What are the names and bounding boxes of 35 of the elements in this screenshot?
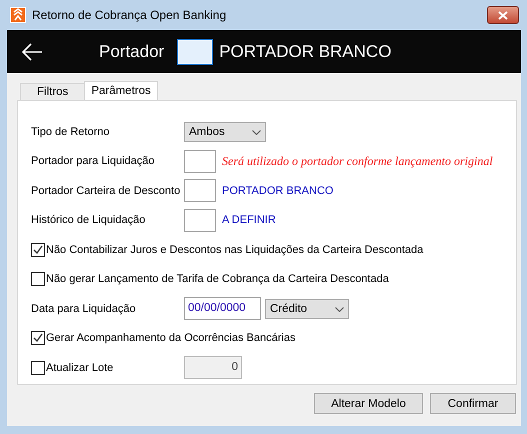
close-icon	[498, 10, 508, 20]
field-note: PORTADOR BRANCO	[222, 184, 334, 197]
checkmark-icon	[33, 244, 43, 255]
header-name: PORTADOR BRANCO	[219, 42, 392, 62]
code-field[interactable]	[184, 150, 216, 173]
tab[interactable]: Filtros	[20, 83, 86, 100]
field-label: Portador Carteira de Desconto	[31, 184, 182, 197]
header-label: Portador	[99, 42, 164, 62]
field-label: Data para Liquidação	[31, 302, 137, 315]
app-logo-icon	[10, 7, 26, 23]
field-label: Portador para Liquidação	[31, 155, 156, 168]
action-button[interactable]: Confirmar	[430, 393, 516, 414]
checkbox-label: Atualizar Lote	[46, 362, 114, 374]
field-label: Histórico de Liquidação	[31, 214, 146, 226]
code-field[interactable]	[184, 179, 216, 202]
close-button[interactable]	[487, 6, 519, 24]
checkbox[interactable]: Gerar Acompanhamento da Ocorrências Bancárias	[31, 331, 296, 346]
dropdown[interactable]: Ambos	[184, 122, 266, 142]
tab[interactable]: Parâmetros	[84, 81, 158, 100]
code-field[interactable]	[177, 38, 214, 64]
checkmark-icon	[33, 333, 43, 344]
checkbox[interactable]: Não Contabilizar Juros e Descontos nas Liquidações da Carteira Descontada	[31, 242, 424, 257]
action-button[interactable]: Alterar Modelo	[314, 393, 423, 414]
date-field[interactable]: 00/00/0000	[184, 297, 261, 320]
checkbox[interactable]: Não gerar Lançamento de Tarifa de Cobrança da Carteira Descontada	[31, 272, 389, 286]
checkbox-label: Não gerar Lançamento de Tarifa de Cobrança da Carteira Descontada	[46, 273, 389, 286]
checkbox-label: Gerar Acompanhamento da Ocorrências Bancárias	[46, 332, 296, 344]
back-arrow-icon[interactable]	[21, 42, 43, 60]
window-title: Retorno de Cobrança Open Banking	[32, 8, 228, 22]
checkbox-label: Não Contabilizar Juros e Descontos nas Liquidações da Carteira Descontada	[46, 244, 424, 256]
field-label: Tipo de Retorno	[31, 126, 110, 138]
dropdown[interactable]: Crédito	[265, 298, 349, 319]
field-note: Será utilizado o portador conforme lançamento original	[222, 154, 493, 169]
field-note: A DEFINIR	[222, 214, 276, 226]
code-field[interactable]	[184, 208, 216, 232]
